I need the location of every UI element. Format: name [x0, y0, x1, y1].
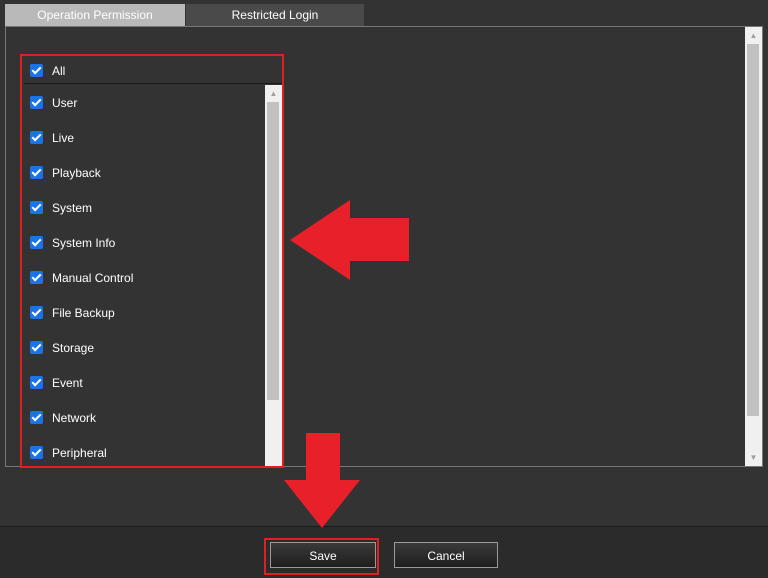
permission-label: Playback [52, 165, 101, 180]
permission-item-system-info[interactable]: System Info [24, 225, 282, 260]
arrow-left-icon [290, 200, 409, 280]
scroll-down-arrow-icon[interactable]: ▼ [745, 449, 762, 466]
permission-label: Network [52, 410, 97, 425]
permission-all-row[interactable]: All [24, 58, 282, 84]
checkbox-user[interactable] [30, 96, 43, 109]
permission-list-scroll-thumb[interactable] [267, 102, 279, 400]
permission-item-peripheral[interactable]: Peripheral [24, 435, 282, 466]
scroll-up-arrow-icon[interactable]: ▲ [265, 85, 282, 102]
permission-list-box: All User Live Playback System System Inf… [20, 54, 284, 468]
checkbox-network[interactable] [30, 411, 43, 424]
checkbox-all[interactable] [30, 64, 43, 77]
save-button[interactable]: Save [270, 542, 376, 568]
permission-label: Peripheral [52, 445, 107, 460]
cancel-button[interactable]: Cancel [394, 542, 498, 568]
tab-bar: Operation Permission Restricted Login [5, 4, 364, 26]
panel-scroll-thumb[interactable] [747, 44, 759, 416]
permission-list-scrollbar[interactable]: ▲ [265, 85, 282, 466]
tab-restricted-login[interactable]: Restricted Login [185, 4, 364, 26]
checkbox-system-info[interactable] [30, 236, 43, 249]
permission-item-storage[interactable]: Storage [24, 330, 282, 365]
permission-item-system[interactable]: System [24, 190, 282, 225]
checkbox-event[interactable] [30, 376, 43, 389]
checkbox-peripheral[interactable] [30, 446, 43, 459]
permission-all-label: All [52, 63, 66, 78]
permission-item-event[interactable]: Event [24, 365, 282, 400]
scroll-up-arrow-icon[interactable]: ▲ [745, 27, 762, 44]
permission-label: Event [52, 375, 83, 390]
permission-label: System Info [52, 235, 116, 250]
permission-list: User Live Playback System System Info Ma… [24, 85, 282, 466]
permission-label: Live [52, 130, 75, 145]
permission-item-live[interactable]: Live [24, 120, 282, 155]
permission-label: Storage [52, 340, 95, 355]
checkbox-file-backup[interactable] [30, 306, 43, 319]
permission-label: Manual Control [52, 270, 134, 285]
tab-operation-permission[interactable]: Operation Permission [5, 4, 185, 26]
permission-item-manual-control[interactable]: Manual Control [24, 260, 282, 295]
arrow-down-icon [284, 433, 360, 528]
checkbox-playback[interactable] [30, 166, 43, 179]
checkbox-live[interactable] [30, 131, 43, 144]
panel-scrollbar[interactable]: ▲ ▼ [745, 27, 762, 466]
permission-label: User [52, 95, 78, 110]
permission-label: System [52, 200, 93, 215]
permission-label: File Backup [52, 305, 115, 320]
footer-bar [0, 527, 768, 578]
checkbox-manual-control[interactable] [30, 271, 43, 284]
checkbox-system[interactable] [30, 201, 43, 214]
checkbox-storage[interactable] [30, 341, 43, 354]
permission-item-playback[interactable]: Playback [24, 155, 282, 190]
permission-item-network[interactable]: Network [24, 400, 282, 435]
permission-item-user[interactable]: User [24, 85, 282, 120]
permission-item-file-backup[interactable]: File Backup [24, 295, 282, 330]
